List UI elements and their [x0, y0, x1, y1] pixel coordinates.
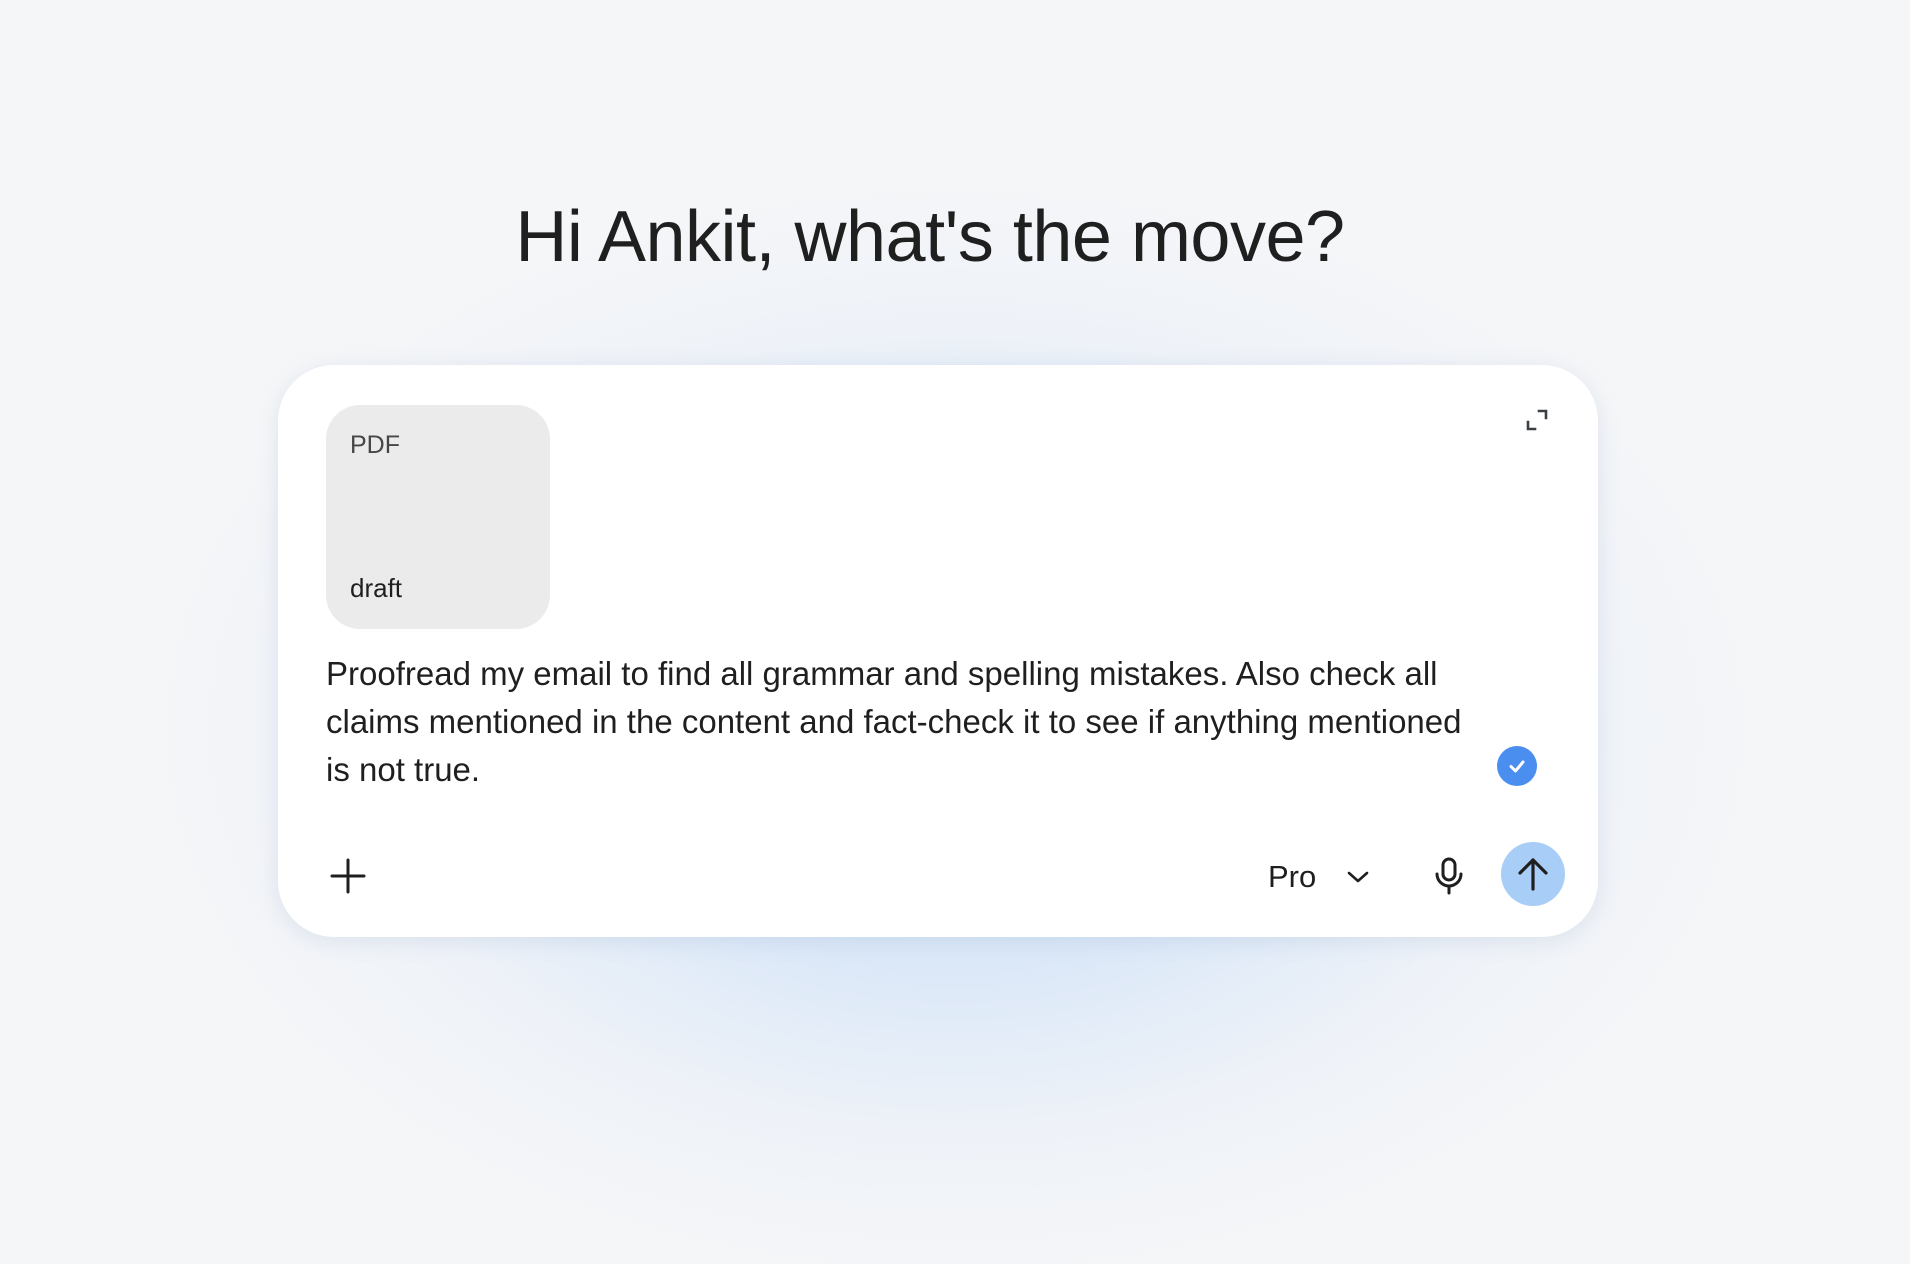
prompt-composer: PDF draft Proofread my email to find all…	[278, 365, 1598, 937]
model-selector[interactable]: Pro	[1268, 853, 1370, 901]
attachment-type: PDF	[350, 431, 400, 459]
chevron-down-icon	[1347, 871, 1369, 883]
checkmark-icon	[1497, 746, 1537, 786]
microphone-button[interactable]	[1424, 851, 1474, 901]
send-button[interactable]	[1501, 842, 1565, 906]
add-button[interactable]	[322, 850, 374, 902]
prompt-input[interactable]: Proofread my email to find all grammar a…	[326, 650, 1486, 794]
attachment-card[interactable]: PDF draft	[326, 405, 550, 629]
arrow-up-icon	[1518, 858, 1548, 891]
attachment-name: draft	[350, 573, 403, 603]
greeting-title: Hi Ankit, what's the move?	[515, 197, 1345, 277]
plus-icon	[330, 858, 366, 894]
microphone-icon	[1435, 857, 1463, 895]
expand-icon[interactable]	[1524, 407, 1550, 433]
model-selector-label: Pro	[1268, 859, 1317, 894]
